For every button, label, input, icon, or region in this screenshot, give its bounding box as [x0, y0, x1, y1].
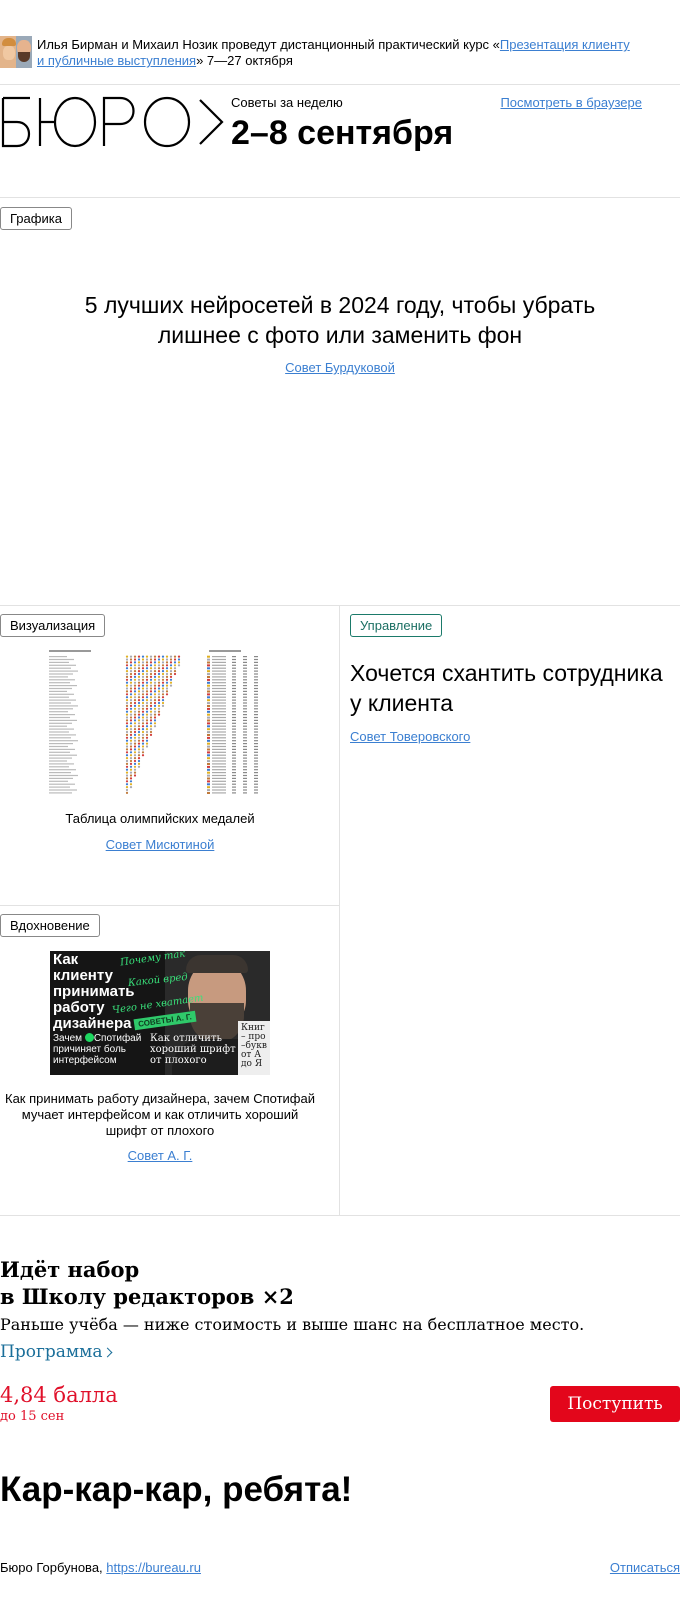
- book-text-line: до Я: [241, 1059, 263, 1069]
- divider: [0, 605, 680, 606]
- promo-title-line: в Школу редакторов ×2: [0, 1284, 294, 1309]
- spotify-icon: [84, 1033, 94, 1042]
- inspiration-caption[interactable]: Как принимать работу дизайнера, зачем Сп…: [0, 1091, 320, 1139]
- hero-author-link[interactable]: Совет Бурдуковой: [285, 360, 395, 375]
- cover-headline-line: клиенту: [53, 967, 113, 984]
- cover-spotify-line: интерфейсом: [53, 1055, 117, 1066]
- divider: [0, 197, 680, 198]
- footer-company-name: Бюро Горбунова,: [0, 1560, 107, 1575]
- tag-inspiration[interactable]: Вдохновение: [0, 914, 100, 937]
- cover-font-line: хороший шрифт: [150, 1044, 236, 1055]
- divider: [0, 84, 680, 85]
- sign-off-greeting: Кар-кар-кар, ребята!: [0, 1470, 353, 1509]
- cover-spotify-line: Спотифай: [93, 1033, 142, 1044]
- course-announcement: Илья Бирман и Михаил Нозик проведут дист…: [0, 36, 680, 70]
- cover-spotify-line: Зачем: [53, 1033, 83, 1044]
- footer-site-link[interactable]: https://bureau.ru: [106, 1560, 201, 1575]
- tag-visualization[interactable]: Визуализация: [0, 614, 106, 637]
- portrait-hair: [186, 955, 248, 973]
- cover-spotify-text: Зачем Спотифай причиняет боль интерфейсо…: [53, 1033, 141, 1066]
- cover-font-line: от плохого: [150, 1055, 207, 1066]
- cover-headline-line: дизайнера: [53, 1015, 132, 1032]
- authors-avatar: [0, 36, 32, 68]
- inspiration-author-link[interactable]: Совет А. Г.: [128, 1148, 193, 1163]
- cover-font-text: Как отличить хороший шрифт от плохого: [150, 1033, 236, 1066]
- promo-subtitle: Раньше учёба — ниже стоимость и выше шан…: [0, 1315, 585, 1334]
- tag-management[interactable]: Управление: [350, 614, 443, 637]
- hero-article-title[interactable]: 5 лучших нейросетей в 2024 году, чтобы у…: [60, 290, 620, 350]
- cover-spotify-line: причиняет боль: [53, 1044, 126, 1055]
- tag-graphics[interactable]: Графика: [0, 207, 72, 230]
- editors-school-title: Идёт набор в Школу редакторов ×2: [0, 1256, 294, 1310]
- apply-button[interactable]: Поступить: [550, 1386, 680, 1422]
- management-article-title[interactable]: Хочется схантить сотрудника у клиента: [350, 658, 680, 718]
- footer-company: Бюро Горбунова, https://bureau.ru: [0, 1560, 201, 1575]
- medal-table-image[interactable]: [49, 650, 266, 796]
- book-cover: Книг – про –букв от А до Я: [238, 1021, 270, 1075]
- program-link[interactable]: Программа: [0, 1342, 113, 1362]
- bureau-logo: [1, 96, 224, 148]
- digest-date-title: 2–8 сентября: [231, 114, 454, 152]
- inspiration-cover-image[interactable]: Книг – про –букв от А до Я Как клиенту п…: [50, 951, 270, 1075]
- avatar-nozik: [16, 36, 32, 68]
- cover-font-line: Как отличить: [150, 1033, 222, 1044]
- header-kicker: Советы за неделю: [231, 95, 343, 110]
- promo-title-line: Идёт набор: [0, 1257, 140, 1282]
- announcement-text: Илья Бирман и Михаил Нозик проведут дист…: [37, 37, 637, 69]
- promo-deadline: до 15 сен: [0, 1409, 65, 1424]
- column-divider: [339, 605, 340, 1215]
- announcement-suffix: » 7—27 октября: [196, 53, 293, 68]
- management-author-link[interactable]: Совет Товеровского: [350, 729, 470, 744]
- divider: [0, 1215, 680, 1216]
- unsubscribe-link[interactable]: Отписаться: [610, 1560, 680, 1575]
- visualization-author-link[interactable]: Совет Мисютиной: [106, 837, 215, 852]
- chevron-right-icon: [103, 1347, 113, 1358]
- visualization-caption[interactable]: Таблица олимпийских медалей: [0, 811, 320, 827]
- program-link-label: Программа: [0, 1342, 103, 1362]
- view-in-browser-link[interactable]: Посмотреть в браузере: [500, 95, 642, 110]
- announcement-prefix: Илья Бирман и Михаил Нозик проведут дист…: [37, 37, 500, 52]
- promo-score: 4,84 балла: [0, 1383, 118, 1407]
- divider: [0, 905, 339, 906]
- cover-headline-line: принимать: [53, 983, 135, 1000]
